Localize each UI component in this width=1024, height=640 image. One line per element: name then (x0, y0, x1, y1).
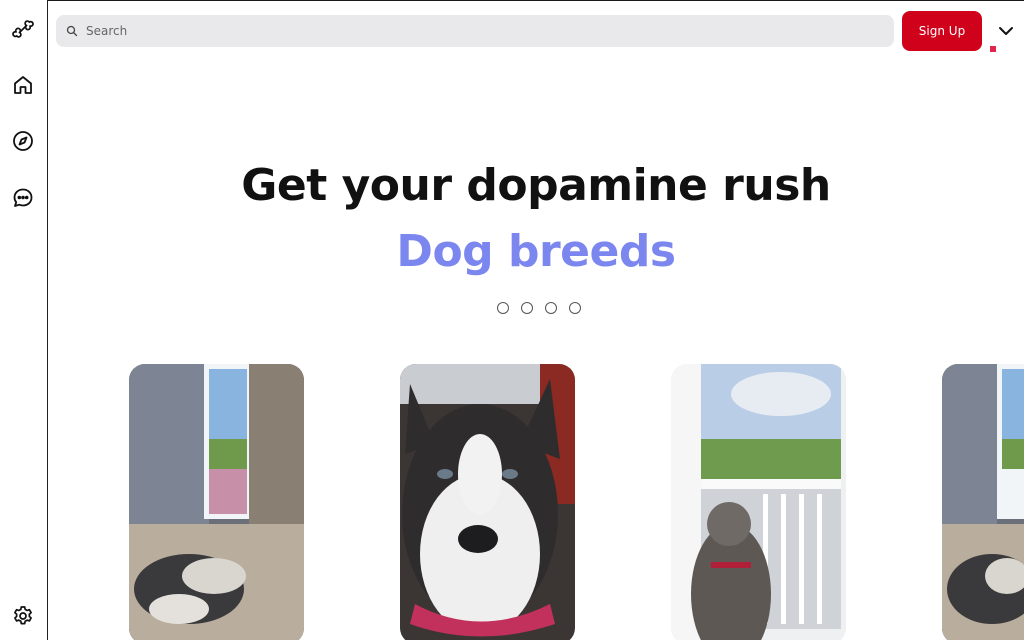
carousel-dot[interactable] (545, 302, 557, 314)
sidebar-item-explore[interactable] (8, 126, 38, 156)
gear-icon (14, 606, 32, 625)
search-icon (66, 25, 78, 37)
account-menu-toggle[interactable] (995, 22, 1017, 40)
carousel-dot[interactable] (521, 302, 533, 314)
pin-card[interactable] (671, 364, 846, 640)
notification-dot (990, 46, 996, 52)
home-icon (14, 76, 32, 94)
sidebar-item-logo[interactable] (8, 14, 38, 44)
dog-photo (400, 364, 575, 640)
chat-bubble-icon (13, 188, 33, 207)
search-input[interactable] (86, 24, 894, 38)
sidebar-item-settings[interactable] (8, 601, 38, 631)
sidebar (0, 0, 48, 640)
pin-card[interactable] (942, 364, 1024, 640)
hero-title: Get your dopamine rush (241, 160, 831, 211)
carousel-dots (497, 302, 581, 314)
pin-card[interactable] (129, 364, 304, 640)
sign-up-button[interactable]: Sign Up (902, 11, 982, 51)
hero-subtitle: Dog breeds (396, 226, 676, 277)
bone-icon (12, 20, 34, 38)
carousel-dot[interactable] (497, 302, 509, 314)
carousel-dot[interactable] (569, 302, 581, 314)
dog-photo (942, 364, 1024, 640)
compass-icon (13, 131, 33, 151)
sidebar-item-home[interactable] (8, 70, 38, 100)
dog-photo (671, 364, 846, 640)
chevron-down-icon (999, 27, 1013, 35)
sidebar-item-messages[interactable] (8, 183, 38, 213)
pin-card[interactable] (400, 364, 575, 640)
search-bar[interactable] (56, 15, 894, 47)
dog-photo (129, 364, 304, 640)
